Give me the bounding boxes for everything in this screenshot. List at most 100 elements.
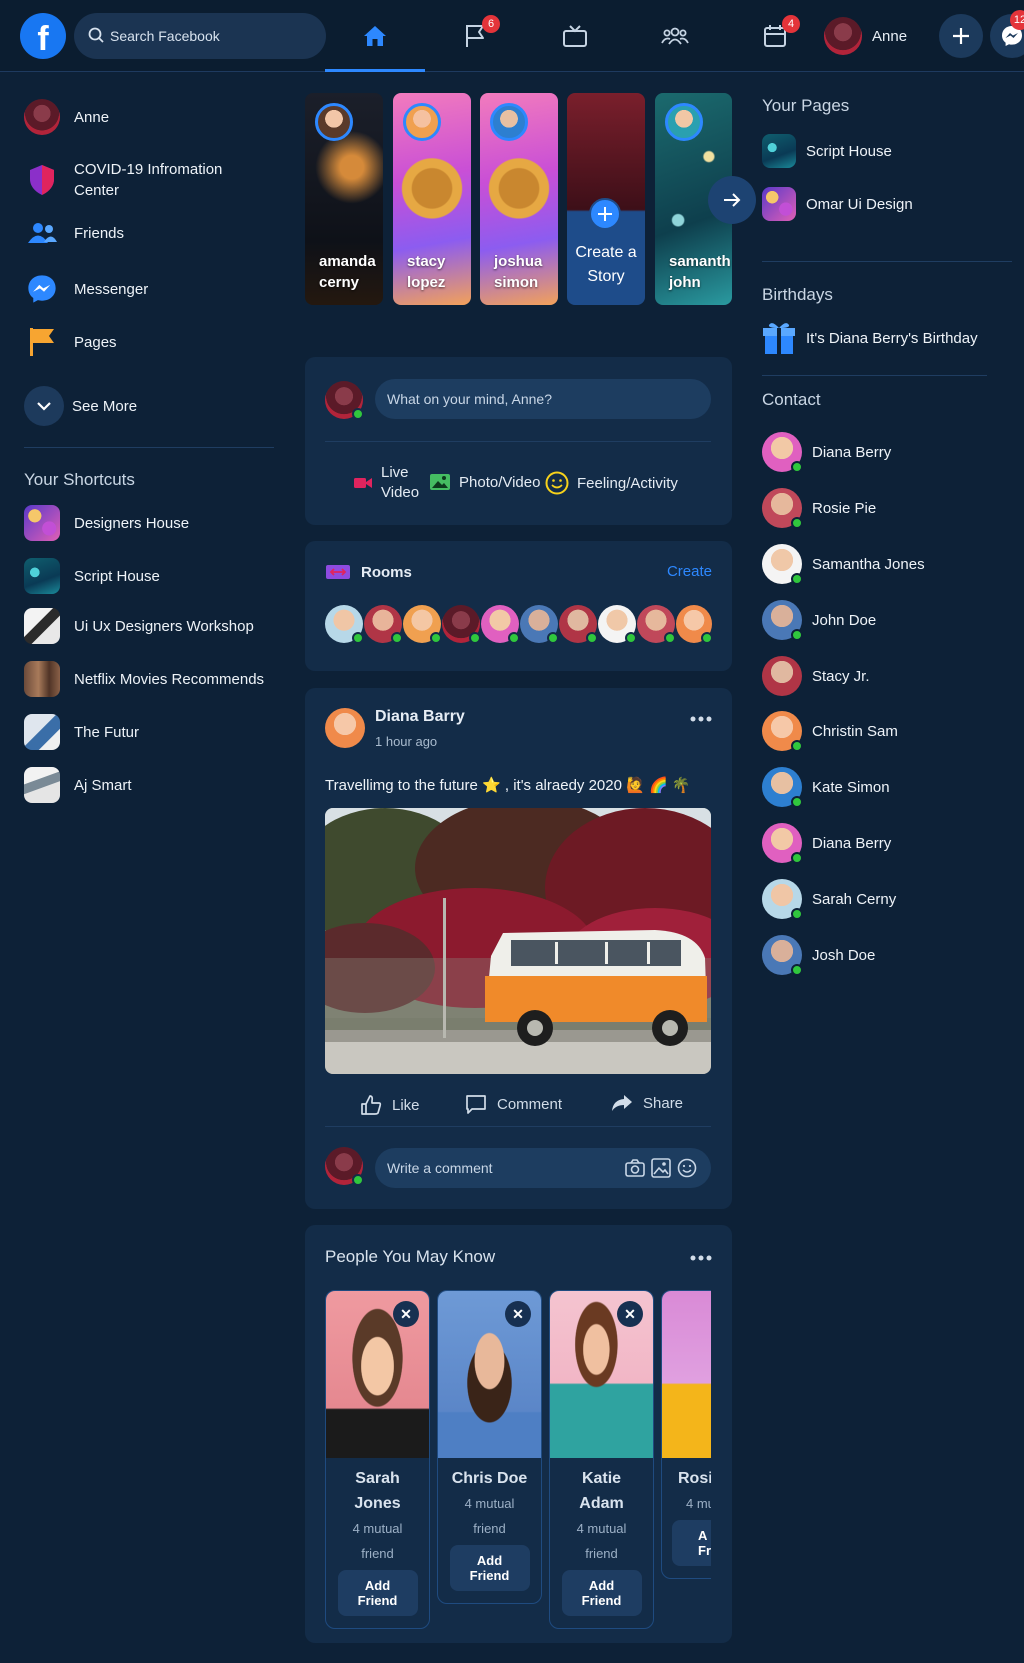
sidebar-item-label: See More [72,397,138,415]
contact-item[interactable]: Samantha Jones [762,544,925,585]
contact-item[interactable]: Diana Berry [762,823,891,864]
page-thumbnail [762,134,796,168]
profile-chip[interactable]: Anne [824,17,907,55]
sidebar-item-covid[interactable]: COVID-19 Infromation Center [24,159,244,201]
mutual-friends: 4 mutual friend [576,1521,627,1561]
plus-icon [589,198,621,230]
room-avatar[interactable] [559,605,598,644]
avatar [325,381,364,420]
post-divider [325,1126,711,1127]
emoji-icon[interactable] [677,1158,697,1178]
photo-video-button[interactable]: Photo/Video [429,473,540,491]
pymk-carousel: ✕ Sarah Jones 4 mutual friend Add Friend … [325,1225,711,1643]
chevron-down-icon [24,386,64,426]
messenger-button[interactable]: 12 [990,10,1024,58]
tab-home[interactable] [325,12,425,72]
tab-groups[interactable] [625,12,725,60]
contact-item[interactable]: Diana Berry [762,432,891,473]
story-card[interactable]: stacy lopez [393,93,471,305]
shortcut-designers-house[interactable]: Designers House [24,505,189,541]
sidebar-item-pages[interactable]: Pages [24,327,117,357]
person-photo[interactable]: ✕ [326,1291,429,1458]
shortcut-aj-smart[interactable]: Aj Smart [24,767,132,803]
contact-item[interactable]: Sarah Cerny [762,879,896,920]
room-avatar[interactable] [442,605,481,644]
contact-item[interactable]: Kate Simon [762,767,890,808]
shield-icon [24,164,60,196]
create-story-card[interactable]: Create a Story [567,93,645,305]
add-friend-button[interactable]: Add Friend [337,1570,418,1616]
contact-item[interactable]: Christin Sam [762,711,898,752]
shortcut-label: The Futur [74,723,140,741]
facebook-logo[interactable]: f [20,13,66,59]
story-card[interactable]: joshua simon [480,93,558,305]
camera-icon[interactable] [625,1159,645,1177]
avatar [762,488,803,529]
contact-item[interactable]: Stacy Jr. [762,656,870,696]
more-options-icon[interactable] [690,716,712,722]
live-video-button[interactable]: Live Video [353,463,419,503]
close-icon[interactable]: ✕ [393,1301,419,1327]
avatar[interactable] [325,708,365,748]
room-avatar[interactable] [325,605,364,644]
comment-button[interactable]: Comment [465,1094,562,1114]
tab-pages[interactable]: 6 [425,12,525,60]
post-image[interactable] [325,808,711,1074]
close-icon[interactable]: ✕ [505,1301,531,1327]
create-story-label: Create a Story [575,244,637,285]
person-photo[interactable]: ✕ [438,1291,541,1458]
story-name: samanth john [669,253,731,291]
search-box[interactable] [74,13,326,59]
avatar [762,544,803,585]
contact-item[interactable]: Rosie Pie [762,488,877,529]
contact-name: Rosie Pie [812,499,877,517]
create-room-link[interactable]: Create [667,563,712,580]
avatar [762,711,803,752]
add-friend-button[interactable]: Add Friend [449,1545,530,1591]
feeling-activity-button[interactable]: Feeling/Activity [545,471,678,495]
sidebar-item-profile[interactable]: Anne [24,99,109,135]
shortcut-the-futur[interactable]: The Futur [24,714,139,750]
person-photo[interactable]: ✕ [550,1291,653,1458]
tv-icon [562,24,588,48]
shortcut-script-house[interactable]: Script House [24,558,160,594]
events-notification-badge: 4 [782,15,800,33]
contact-item[interactable]: Josh Doe [762,935,875,976]
tab-events[interactable]: 4 [725,12,825,60]
stories-next-button[interactable] [708,176,756,224]
see-more-button[interactable]: See More [24,386,137,426]
room-avatar[interactable] [598,605,637,644]
page-item-omar-ui-design[interactable]: Omar Ui Design [762,187,913,221]
like-button[interactable]: Like [360,1094,420,1116]
shortcut-ui-ux-designers-workshop[interactable]: Ui Ux Designers Workshop [24,608,254,644]
sidebar-item-messenger[interactable]: Messenger [24,274,148,304]
birthday-item[interactable]: It's Diana Berry's Birthday [762,320,978,356]
post-timestamp[interactable]: 1 hour ago [375,734,437,749]
page-item-script-house[interactable]: Script House [762,134,892,168]
post-author[interactable]: Diana Barry [375,708,465,726]
person-photo[interactable] [662,1291,711,1458]
room-avatar[interactable] [520,605,559,644]
room-avatar[interactable] [403,605,442,644]
add-friend-button[interactable]: AFri [672,1520,711,1566]
rooms-video-icon [325,563,351,581]
search-input[interactable] [110,25,310,47]
comment-input[interactable]: Write a comment [375,1148,711,1188]
story-card[interactable]: amanda cerny [305,93,383,305]
status-input[interactable]: What on your mind, Anne? [375,379,711,419]
home-icon [362,24,388,48]
close-icon[interactable]: ✕ [617,1301,643,1327]
shortcut-netflix-movies[interactable]: Netflix Movies Recommends [24,661,264,697]
add-friend-button[interactable]: Add Friend [561,1570,642,1616]
share-button[interactable]: Share [611,1094,683,1112]
room-avatar[interactable] [637,605,676,644]
tab-watch[interactable] [525,12,625,60]
room-avatar[interactable] [481,605,520,644]
smiley-icon [545,471,569,495]
image-icon[interactable] [651,1158,671,1178]
room-avatar[interactable] [364,605,403,644]
room-avatar[interactable] [676,605,713,644]
sidebar-item-friends[interactable]: Friends [24,222,124,244]
create-button[interactable] [939,14,983,58]
contact-item[interactable]: John Doe [762,600,876,641]
